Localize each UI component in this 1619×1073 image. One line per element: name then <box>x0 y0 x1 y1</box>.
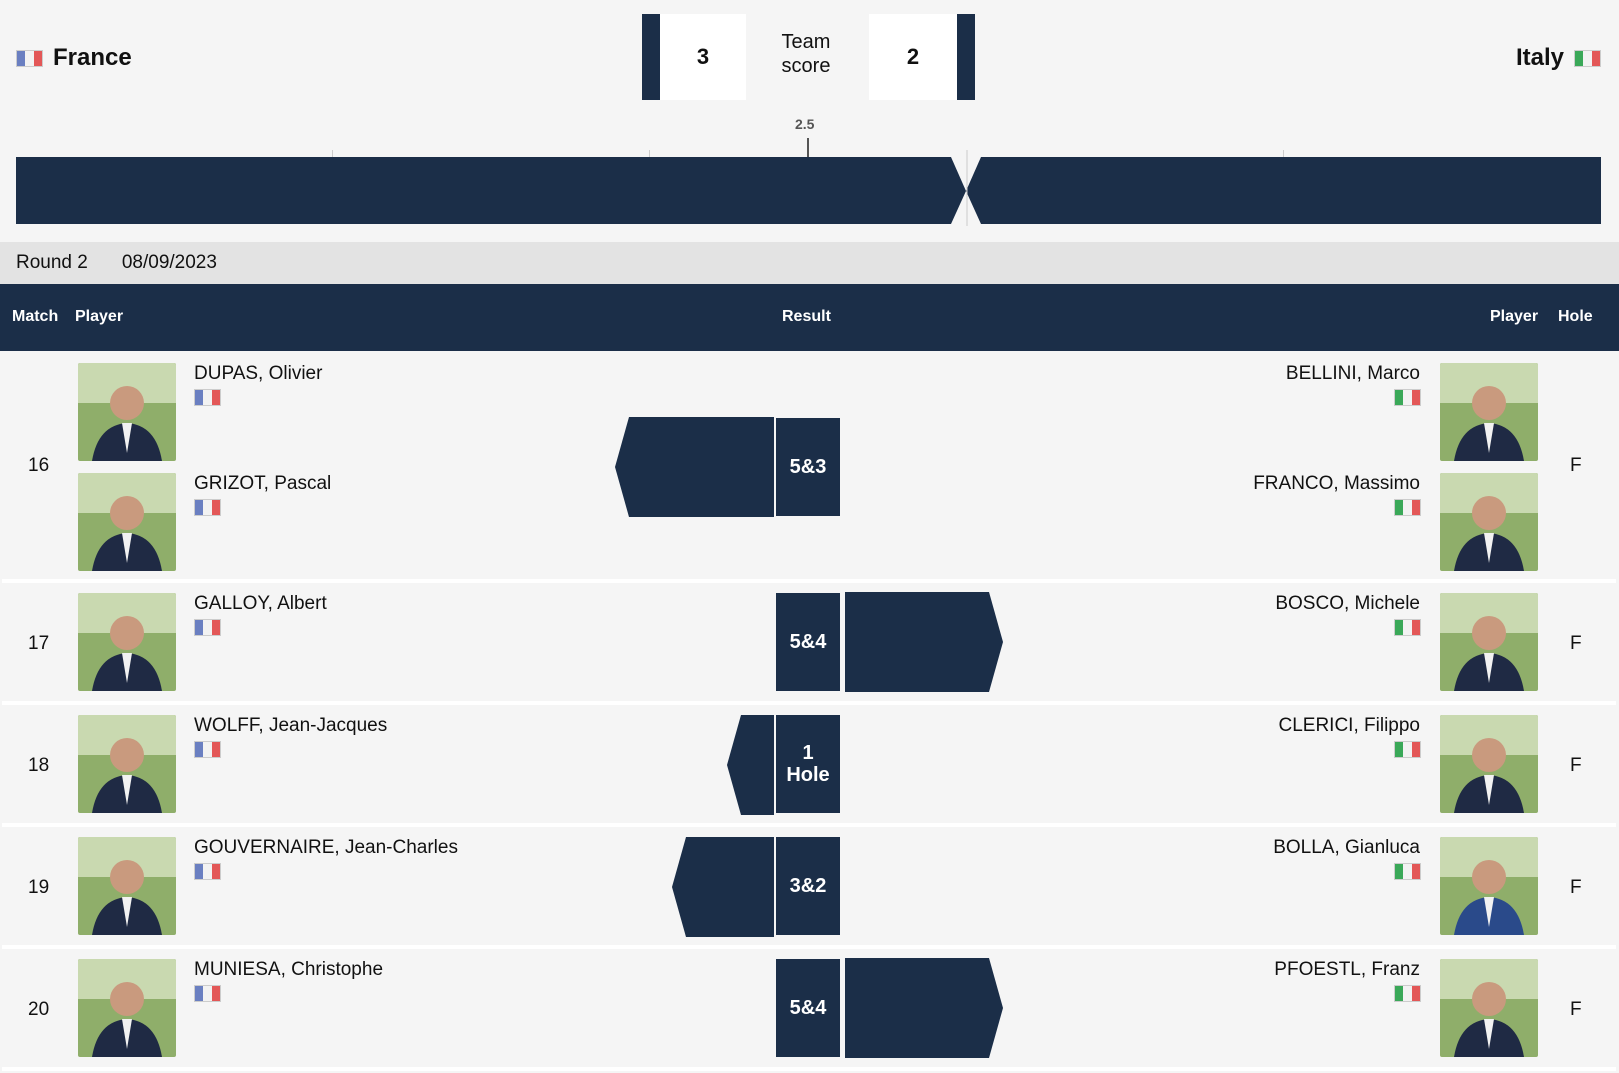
round-label: Round 2 <box>16 252 88 273</box>
france-flag-icon <box>194 863 221 880</box>
player-photo <box>1440 593 1538 691</box>
match-number: 16 <box>28 455 50 476</box>
hole-status: F <box>1570 755 1582 776</box>
hole-status: F <box>1570 633 1582 654</box>
player-photo <box>1440 363 1538 461</box>
match-header: France 3 Team score 2 Italy 2.5 <box>0 0 1619 240</box>
player-right-name[interactable]: CLERICI, Filippo <box>1279 715 1421 737</box>
team-score-panel: 3 Team score 2 <box>642 14 975 100</box>
table-row[interactable]: 19 GOUVERNAIRE, Jean-Charles 3&2 BOLLA, … <box>2 827 1616 949</box>
player-right-name[interactable]: BOLLA, Gianluca <box>1273 837 1420 859</box>
player-right-name[interactable]: PFOESTL, Franz <box>1274 959 1420 981</box>
result-line1: 1 <box>802 742 814 764</box>
france-score-bar <box>16 157 966 224</box>
result-box: 3&2 <box>776 837 840 935</box>
left-winner-arrow <box>615 417 774 517</box>
hole-status: F <box>1570 999 1582 1020</box>
france-flag-icon <box>194 741 221 758</box>
team-left-name: France <box>53 44 132 71</box>
player-photo <box>1440 715 1538 813</box>
player-photo <box>1440 837 1538 935</box>
round-date: 08/09/2023 <box>121 252 217 273</box>
italy-flag-icon <box>1394 389 1421 406</box>
france-flag-icon <box>194 389 221 406</box>
right-team-score: 2 <box>869 14 957 100</box>
france-flag-icon <box>194 619 221 636</box>
table-row[interactable]: 18 WOLFF, Jean-Jacques 1 Hole CLERICI, F… <box>2 705 1616 827</box>
player-left-name[interactable]: DUPAS, Olivier <box>194 363 322 385</box>
result-box: 5&3 <box>776 418 840 516</box>
right-winner-arrow <box>845 592 1003 692</box>
france-flag-icon <box>194 985 221 1002</box>
table-row[interactable]: 16 DUPAS, Olivier GRIZOT, Pascal 5&3 BEL… <box>2 351 1616 583</box>
team-right: Italy <box>1516 44 1601 72</box>
team-left: France <box>16 44 132 72</box>
france-flag-icon <box>194 499 221 516</box>
italy-flag-icon <box>1394 499 1421 516</box>
player-left-name[interactable]: GRIZOT, Pascal <box>194 473 331 495</box>
score-label-line2: score <box>781 55 831 77</box>
player-photo <box>1440 959 1538 1057</box>
player-right-name[interactable]: FRANCO, Massimo <box>1253 473 1420 495</box>
player-photo <box>1440 473 1538 571</box>
match-number: 18 <box>28 755 50 776</box>
player-left-name[interactable]: GOUVERNAIRE, Jean-Charles <box>194 837 458 859</box>
hole-status: F <box>1570 455 1582 476</box>
player-left-name[interactable]: GALLOY, Albert <box>194 593 327 615</box>
player-photo <box>78 473 176 571</box>
france-flag-icon <box>16 49 43 67</box>
team-score-label: Team score <box>760 30 852 78</box>
score-accent-right <box>957 14 975 100</box>
italy-flag-icon <box>1394 863 1421 880</box>
score-accent-left <box>642 14 660 100</box>
italy-flag-icon <box>1394 741 1421 758</box>
left-team-score: 3 <box>660 14 746 100</box>
result-box: 5&4 <box>776 593 840 691</box>
result-box: 1 Hole <box>776 715 840 813</box>
player-left-name[interactable]: MUNIESA, Christophe <box>194 959 383 981</box>
italy-flag-icon <box>1394 619 1421 636</box>
left-winner-arrow <box>672 837 774 937</box>
table-row[interactable]: 17 GALLOY, Albert 5&4 BOSCO, Michele F <box>2 583 1616 705</box>
result-box: 5&4 <box>776 959 840 1057</box>
italy-score-bar <box>966 157 1601 224</box>
column-player-left: Player <box>75 308 124 325</box>
team-right-name: Italy <box>1515 44 1564 71</box>
italy-flag-icon <box>1394 985 1421 1002</box>
column-hole: Hole <box>1558 308 1593 325</box>
score-label-line1: Team <box>781 31 831 53</box>
right-winner-arrow <box>845 958 1003 1058</box>
left-winner-arrow <box>727 715 774 815</box>
italy-flag-icon <box>1574 49 1601 67</box>
column-result: Result <box>782 308 831 325</box>
match-number: 19 <box>28 877 50 898</box>
table-row[interactable]: 20 MUNIESA, Christophe 5&4 PFOESTL, Fran… <box>2 949 1616 1071</box>
column-player-right: Player <box>1490 308 1539 325</box>
match-number: 17 <box>28 633 50 654</box>
result-line2: Hole <box>786 764 830 786</box>
player-left-name[interactable]: WOLFF, Jean-Jacques <box>194 715 387 737</box>
match-number: 20 <box>28 999 50 1020</box>
player-right-name[interactable]: BOSCO, Michele <box>1275 593 1420 615</box>
player-photo <box>78 715 176 813</box>
round-info: Round 2 08/09/2023 <box>0 242 1619 284</box>
team-score-bar <box>16 150 1601 226</box>
player-photo <box>78 837 176 935</box>
player-photo <box>78 959 176 1057</box>
player-right-name[interactable]: BELLINI, Marco <box>1286 363 1420 385</box>
midpoint-label: 2.5 <box>795 116 815 132</box>
hole-status: F <box>1570 877 1582 898</box>
player-photo <box>78 363 176 461</box>
player-photo <box>78 593 176 691</box>
column-match: Match <box>12 308 59 325</box>
table-header: Match Player Result Player Hole <box>0 284 1619 351</box>
